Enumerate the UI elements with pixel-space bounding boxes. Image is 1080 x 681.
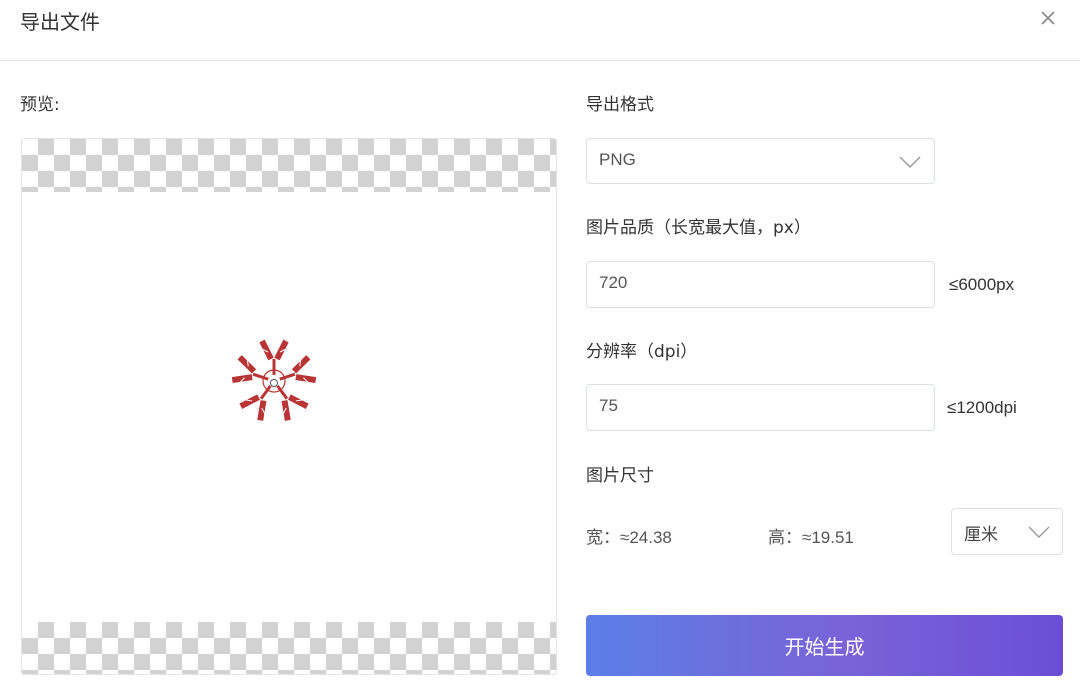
- quality-value: 720: [599, 273, 628, 292]
- preview-label: 预览:: [20, 95, 60, 115]
- image-size-label: 图片尺寸: [586, 466, 654, 486]
- unit-value: 厘米: [964, 525, 998, 544]
- chevron-down-icon: [1028, 526, 1050, 538]
- antibody-molecule-image: [222, 338, 326, 433]
- dialog-title: 导出文件: [20, 10, 100, 34]
- height-label: 高：: [768, 528, 802, 548]
- resolution-input[interactable]: 75: [586, 384, 935, 431]
- width-readout: 宽：≈24.38: [586, 523, 672, 548]
- height-value: ≈19.51: [802, 528, 854, 547]
- height-readout: 高：≈19.51: [768, 523, 854, 548]
- unit-select[interactable]: 厘米: [951, 508, 1063, 555]
- resolution-max-hint: ≤1200dpi: [947, 398, 1017, 417]
- export-format-value: PNG: [599, 150, 636, 169]
- dialog-header: 导出文件: [0, 0, 1080, 61]
- chevron-down-icon: [899, 156, 921, 168]
- export-format-label: 导出格式: [586, 95, 654, 115]
- resolution-value: 75: [599, 396, 618, 415]
- generate-button[interactable]: 开始生成: [586, 615, 1063, 676]
- quality-label: 图片品质（长宽最大值，px）: [586, 218, 811, 238]
- width-value: ≈24.38: [620, 528, 672, 547]
- transparency-pattern-top: [22, 139, 556, 192]
- preview-canvas: [21, 138, 557, 675]
- export-format-select[interactable]: PNG: [586, 138, 935, 184]
- width-label: 宽：: [586, 528, 620, 548]
- close-icon[interactable]: [1036, 6, 1060, 30]
- resolution-label: 分辨率（dpi）: [586, 342, 698, 362]
- quality-max-hint: ≤6000px: [949, 275, 1015, 294]
- quality-input[interactable]: 720: [586, 261, 935, 308]
- transparency-pattern-bottom: [22, 622, 556, 674]
